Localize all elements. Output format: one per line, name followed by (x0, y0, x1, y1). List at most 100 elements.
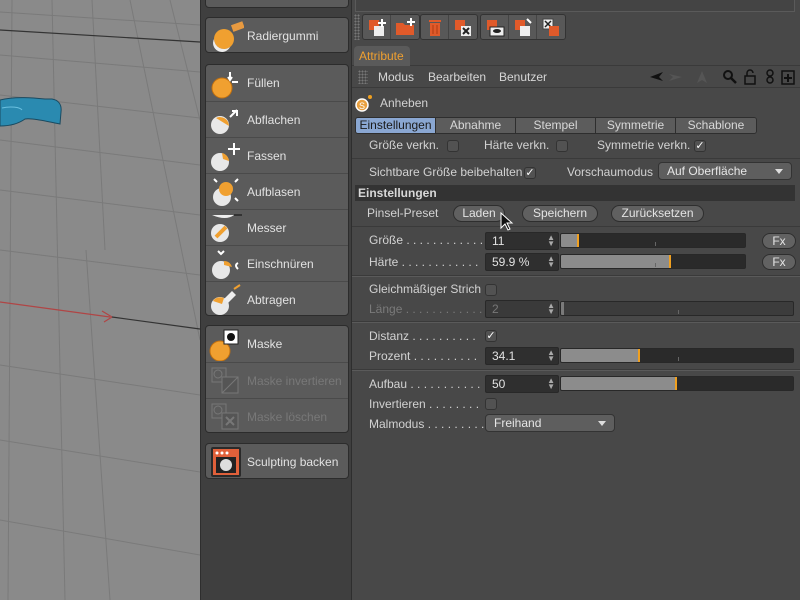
mask-icon (208, 327, 244, 362)
search-icon[interactable] (722, 69, 738, 85)
hardness-link-checkbox[interactable] (556, 140, 568, 152)
knife-icon (208, 211, 244, 245)
subtab-stempel[interactable]: Stempel (516, 118, 596, 133)
tool-maske[interactable]: Maske (206, 326, 348, 362)
spinner-icon[interactable]: ▲ ▼ (547, 377, 555, 391)
tool-radiergummi[interactable]: Radiergummi (206, 18, 348, 52)
buildup-slider[interactable] (560, 376, 794, 391)
reset-button[interactable]: Zurücksetzen (611, 205, 704, 222)
slider-handle[interactable] (669, 255, 671, 268)
up-arrow-icon[interactable] (694, 69, 710, 85)
tool-aufblasen[interactable]: Aufblasen (206, 173, 348, 209)
keep-visible-size-label: Sichtbare Größe beibehalten (369, 165, 523, 179)
slider-handle[interactable] (675, 377, 677, 390)
spinner-icon[interactable]: ▲ ▼ (547, 349, 555, 363)
tool-group-brushes: Füllen Abflachen Fassen Aufblasen Messer… (205, 64, 349, 316)
tool-messer[interactable]: Messer (206, 209, 348, 245)
paint-mode-select[interactable]: Freihand (485, 414, 615, 432)
mask-clear-icon (208, 400, 244, 433)
percent-value: 34.1 (492, 349, 516, 363)
menubar-grip[interactable] (358, 70, 368, 84)
load-button[interactable]: Laden (453, 205, 505, 222)
menu-bearbeiten[interactable]: Bearbeiten (428, 70, 486, 84)
tool-label: Maske (247, 337, 283, 351)
copy-tag-icon[interactable] (509, 15, 537, 39)
subtab-schablone[interactable]: Schablone (676, 118, 756, 133)
length-slider[interactable] (560, 301, 794, 316)
delete-icon[interactable] (421, 15, 449, 39)
size-link-checkbox[interactable] (447, 140, 459, 152)
size-link-label: Größe verkn. (369, 138, 440, 152)
new-panel-icon[interactable] (780, 69, 796, 85)
menu-benutzer[interactable]: Benutzer (499, 70, 547, 84)
panel-tab-row: Attribute (352, 44, 800, 66)
object-header: S Anheben (352, 92, 800, 114)
3d-viewport[interactable] (0, 0, 200, 600)
sculpt-brush-icon: S (354, 94, 374, 112)
size-fx-button[interactable]: Fx (762, 233, 796, 249)
toolbar-grip[interactable] (354, 14, 360, 40)
percent-slider[interactable] (560, 348, 794, 363)
buildup-input[interactable]: 50 ▲ ▼ (485, 375, 559, 393)
percent-input[interactable]: 34.1 ▲ ▼ (485, 347, 559, 365)
tool-label: Aufblasen (247, 184, 301, 199)
tab-attribute[interactable]: Attribute (354, 46, 410, 66)
lock-icon[interactable] (742, 69, 758, 85)
hardness-label: Härte . . . . . . . . . . . . (369, 255, 479, 269)
spinner-icon[interactable]: ▲ ▼ (547, 234, 555, 248)
back-arrow-icon[interactable] (648, 69, 664, 85)
slider-fill (561, 302, 564, 315)
slider-handle[interactable] (577, 234, 579, 247)
hardness-slider[interactable] (560, 254, 746, 269)
forward-arrow-icon[interactable] (668, 69, 684, 85)
swap-tag-icon[interactable] (537, 15, 565, 39)
menu-modus[interactable]: Modus (378, 70, 414, 84)
chevron-down-icon (775, 169, 783, 174)
spinner-icon[interactable]: ▲ ▼ (547, 255, 555, 269)
size-input[interactable]: 11 ▲ ▼ (485, 232, 559, 250)
preview-mode-select[interactable]: Auf Oberfläche (658, 162, 792, 180)
tool-fuellen[interactable]: Füllen (206, 65, 348, 101)
pinch-icon (208, 247, 244, 281)
preview-mode-label: Vorschaumodus (567, 165, 654, 179)
tool-label: Messer (247, 220, 287, 235)
subtab-symmetrie[interactable]: Symmetrie (596, 118, 676, 133)
invert-checkbox[interactable] (485, 398, 497, 410)
remove-tag-icon[interactable] (449, 15, 477, 39)
section-header-einstellungen[interactable]: Einstellungen (355, 185, 795, 201)
tool-maske-invertieren[interactable]: Maske invertieren (206, 362, 348, 398)
tool-einschnueren[interactable]: Einschnüren (206, 245, 348, 281)
spinner-icon[interactable]: ▲ ▼ (547, 302, 555, 316)
percent-label: Prozent . . . . . . . . . . (369, 349, 478, 363)
symmetry-link-checkbox[interactable]: ✓ (694, 140, 706, 152)
tool-abtragen[interactable]: Abtragen (206, 281, 348, 315)
hardness-input[interactable]: 59.9 % ▲ ▼ (485, 253, 559, 271)
subtab-abnahme[interactable]: Abnahme (436, 118, 516, 133)
link-icon[interactable] (762, 69, 778, 85)
new-folder-icon[interactable] (391, 15, 419, 39)
tool-sculpting-backen[interactable]: Sculpting backen (206, 444, 348, 478)
even-stroke-checkbox[interactable] (485, 284, 497, 296)
view-tag-icon[interactable] (481, 15, 509, 39)
tool-maske-loeschen[interactable]: Maske löschen (206, 398, 348, 433)
bake-icon (208, 445, 244, 478)
slider-handle[interactable] (638, 349, 640, 362)
keep-visible-size-checkbox[interactable]: ✓ (524, 167, 536, 179)
save-button[interactable]: Speichern (522, 205, 598, 222)
tool-group-bake: Sculpting backen (205, 443, 349, 479)
length-input[interactable]: 2 ▲ ▼ (485, 300, 559, 318)
eraser-icon (208, 19, 245, 52)
new-tag-icon[interactable] (363, 15, 391, 39)
tool-label: Füllen (247, 76, 280, 90)
svg-text:S: S (359, 101, 365, 111)
paint-mode-label: Malmodus . . . . . . . . . (369, 417, 485, 431)
distance-checkbox[interactable]: ✓ (485, 330, 497, 342)
hardness-fx-button[interactable]: Fx (762, 254, 796, 270)
x-axis-line (0, 301, 111, 318)
tool-abflachen[interactable]: Abflachen (206, 101, 348, 137)
tool-label: Abflachen (247, 112, 301, 127)
size-slider[interactable] (560, 233, 746, 248)
subtab-einstellungen[interactable]: Einstellungen (356, 118, 436, 133)
attributes-panel: Attribute Modus Bearbeiten Benutzer S An… (352, 0, 800, 600)
tool-fassen[interactable]: Fassen (206, 137, 348, 173)
